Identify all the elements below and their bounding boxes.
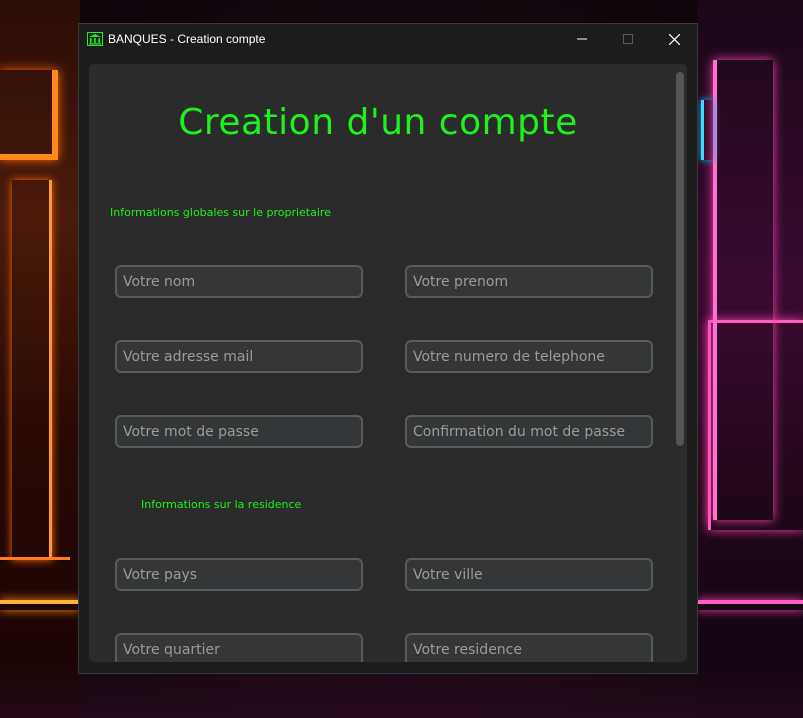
prenom-input[interactable] <box>405 265 653 298</box>
neon-decoration <box>0 70 58 160</box>
quartier-input[interactable] <box>115 633 363 662</box>
password-confirm-input[interactable] <box>405 415 653 448</box>
nom-input[interactable] <box>115 265 363 298</box>
close-icon <box>668 33 680 45</box>
neon-decoration <box>0 540 70 560</box>
neon-decoration <box>697 600 803 610</box>
title-bar[interactable]: BANQUES - Creation compte <box>79 24 697 54</box>
minimize-button[interactable] <box>559 24 605 54</box>
vertical-scrollbar[interactable] <box>676 72 684 446</box>
page-title: Creation d'un compte <box>178 102 578 143</box>
password-input[interactable] <box>115 415 363 448</box>
email-input[interactable] <box>115 340 363 373</box>
ville-input[interactable] <box>405 558 653 591</box>
bank-icon <box>87 32 103 46</box>
residence-input[interactable] <box>405 633 653 662</box>
app-window: BANQUES - Creation compte Creation d'un … <box>78 23 698 674</box>
telephone-input[interactable] <box>405 340 653 373</box>
minimize-icon <box>577 38 587 40</box>
neon-decoration <box>0 600 80 610</box>
pays-input[interactable] <box>115 558 363 591</box>
maximize-button[interactable] <box>605 24 651 54</box>
owner-section-label: Informations globales sur le proprietair… <box>110 206 331 219</box>
maximize-icon <box>623 34 633 44</box>
neon-decoration <box>701 100 713 160</box>
residence-section-label: Informations sur la residence <box>141 498 302 511</box>
window-title: BANQUES - Creation compte <box>108 32 266 46</box>
scrollable-form-panel[interactable]: Creation d'un compte Informations global… <box>89 64 687 662</box>
neon-decoration <box>713 60 773 520</box>
close-button[interactable] <box>651 24 697 54</box>
neon-decoration <box>12 180 52 560</box>
